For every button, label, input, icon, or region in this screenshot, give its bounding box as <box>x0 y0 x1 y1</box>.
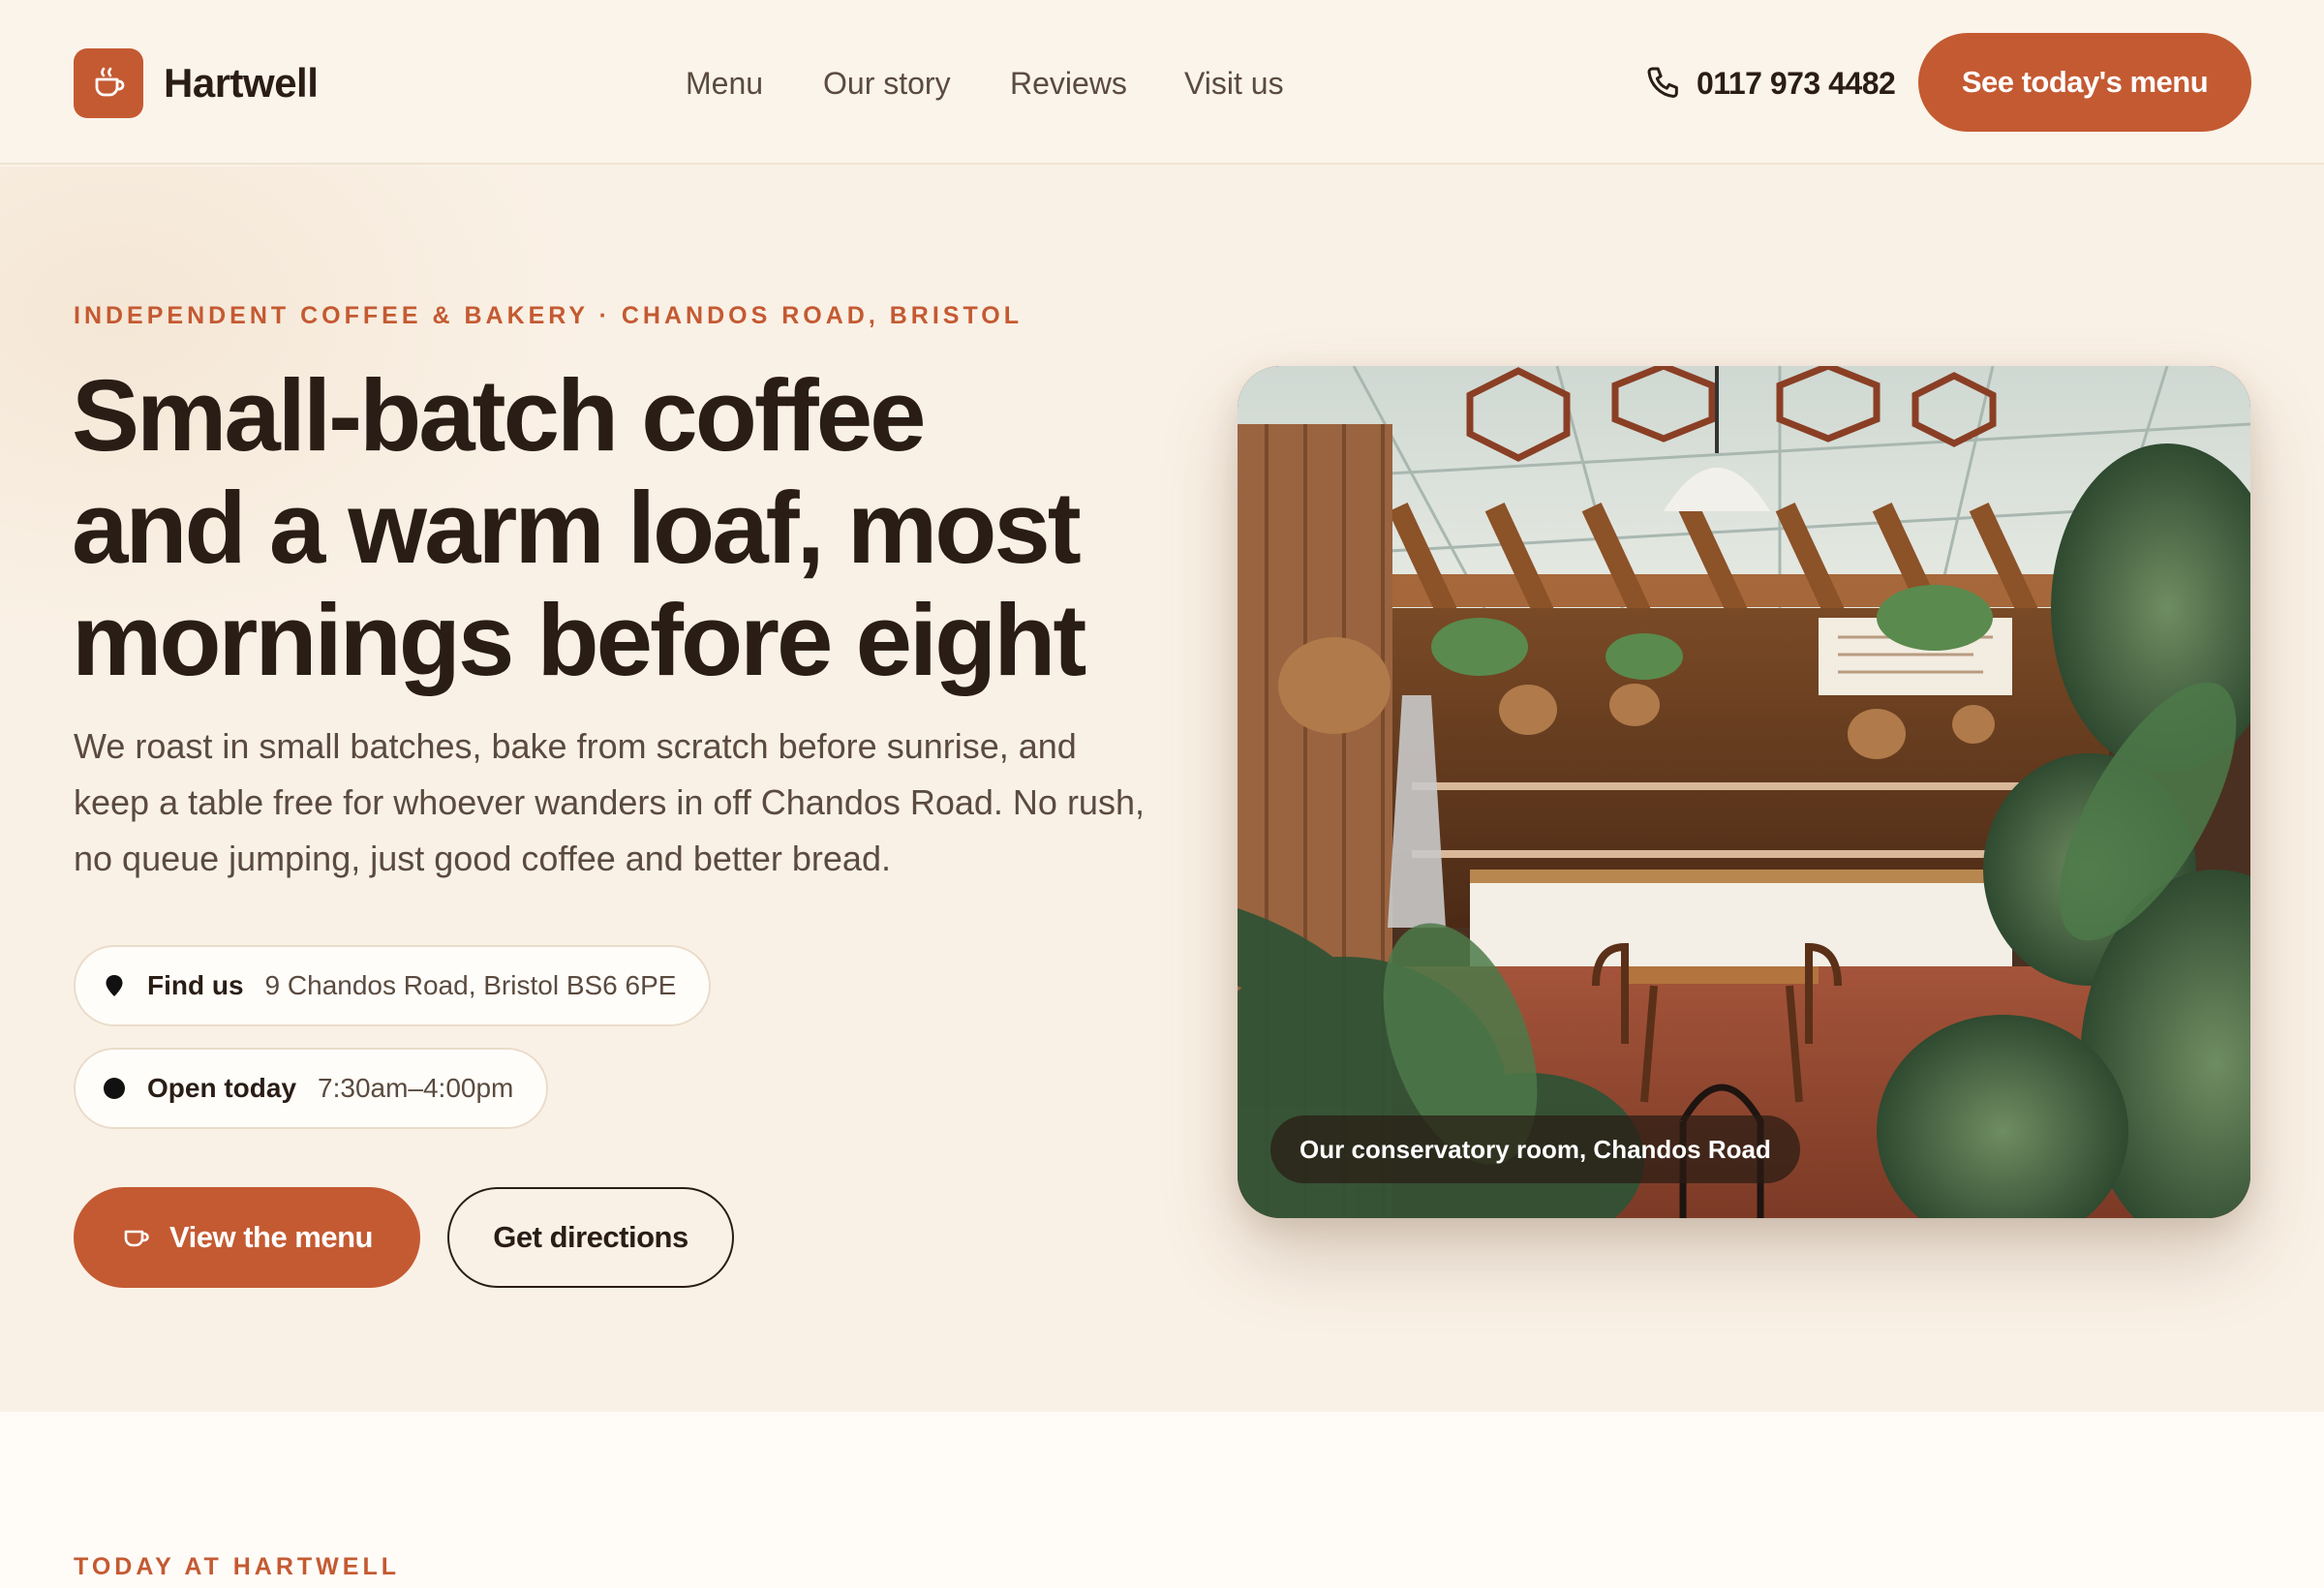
map-pin-icon <box>106 975 123 996</box>
photo-caption: Our conservatory room, Chandos Road <box>1270 1115 1800 1183</box>
get-directions-button[interactable]: Get directions <box>447 1187 734 1288</box>
hero-title: Small-batch coffee and a warm loaf, most… <box>72 360 1195 697</box>
address-value: 9 Chandos Road, Bristol BS6 6PE <box>264 970 677 1000</box>
view-menu-button[interactable]: View the menu <box>74 1187 420 1288</box>
site-header: Hartwell Menu Our story Reviews Visit us… <box>0 0 2324 165</box>
view-menu-label: View the menu <box>169 1220 374 1254</box>
coffee-cup-icon <box>124 1230 149 1247</box>
status-dot-icon <box>104 1078 125 1099</box>
phone-number-link[interactable]: 0117 973 4482 <box>1697 54 1896 112</box>
hero-eyebrow: INDEPENDENT COFFEE & BAKERY · CHANDOS RO… <box>74 302 1023 329</box>
hero-title-line: Small-batch coffee <box>72 359 927 473</box>
hero-title-line: mornings before eight <box>72 584 1086 697</box>
open-today-pill: Open today 7:30am–4:00pm <box>74 1048 549 1129</box>
nav-link-menu[interactable]: Menu <box>686 54 763 112</box>
today-section: TODAY AT HARTWELL <box>0 1412 2324 1588</box>
opening-hours-value: 7:30am–4:00pm <box>318 1073 514 1103</box>
nav-link-our-story[interactable]: Our story <box>823 54 951 112</box>
nav-link-visit-us[interactable]: Visit us <box>1184 54 1284 112</box>
find-us-label: Find us <box>147 970 244 1000</box>
hero-section: INDEPENDENT COFFEE & BAKERY · CHANDOS RO… <box>0 167 2324 1412</box>
today-section-eyebrow: TODAY AT HARTWELL <box>74 1553 400 1580</box>
hero-description: We roast in small batches, bake from scr… <box>74 726 1145 878</box>
hero-photo: Our conservatory room, Chandos Road <box>1238 366 2250 1218</box>
phone-icon <box>1647 67 1678 98</box>
see-todays-menu-button[interactable]: See today's menu <box>1918 33 2251 132</box>
open-today-label: Open today <box>147 1073 297 1103</box>
conservatory-photo-illustration <box>1238 366 2250 1218</box>
nav-link-reviews[interactable]: Reviews <box>1010 54 1127 112</box>
find-us-pill: Find us 9 Chandos Road, Bristol BS6 6PE <box>74 945 712 1026</box>
hero-title-line: and a warm loaf, most <box>72 472 1082 585</box>
